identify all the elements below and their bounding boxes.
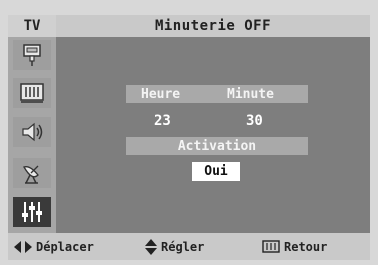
left-right-arrows-icon: [14, 240, 32, 253]
sidebar-item-setup[interactable]: [13, 197, 51, 227]
sidebar-item-channel[interactable]: [13, 158, 51, 188]
footer-bar: Déplacer Régler Retour: [8, 233, 370, 260]
minute-value[interactable]: 30: [246, 112, 263, 130]
tv-label: TV: [8, 15, 56, 37]
menu-return-icon: [262, 240, 280, 253]
minute-label: Minute: [227, 86, 274, 102]
move-label: Déplacer: [36, 239, 94, 254]
input-source-icon: [23, 44, 41, 66]
hour-value[interactable]: 23: [154, 112, 171, 130]
hour-label: Heure: [141, 86, 181, 102]
picture-icon: [20, 83, 44, 103]
channel-antenna-icon: [23, 165, 39, 184]
activation-label: Activation: [126, 137, 308, 155]
up-down-arrows-icon: [145, 238, 157, 255]
activation-value[interactable]: Oui: [192, 162, 240, 181]
adjust-hint: Régler: [145, 233, 204, 260]
setup-sliders-icon: [22, 202, 42, 222]
timer-panel: [56, 37, 370, 233]
menu-title: Minuterie OFF: [154, 18, 272, 34]
move-hint: Déplacer: [14, 233, 94, 260]
adjust-label: Régler: [161, 239, 205, 254]
sidebar-item-picture[interactable]: [13, 78, 51, 108]
sound-icon: [22, 122, 43, 142]
sidebar-item-input[interactable]: [13, 40, 51, 70]
return-label: Retour: [284, 239, 328, 254]
sidebar-item-sound[interactable]: [13, 117, 51, 147]
return-hint: Retour: [262, 233, 327, 260]
